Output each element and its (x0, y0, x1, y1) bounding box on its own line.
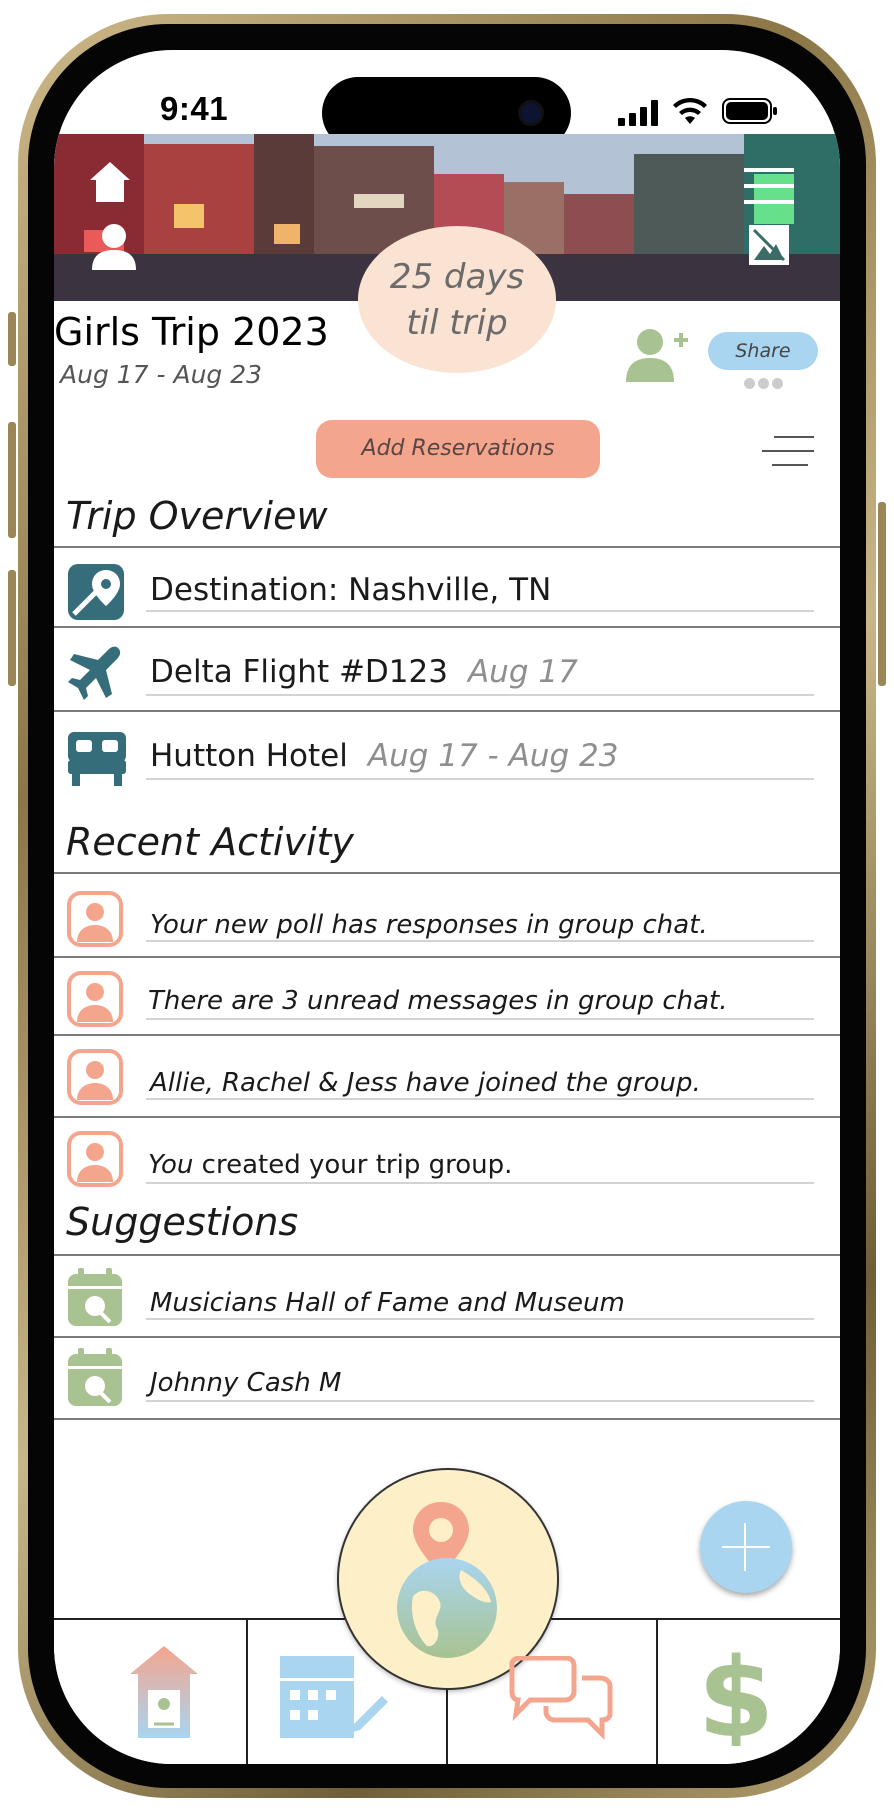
underline (146, 778, 814, 780)
flight-label: Delta Flight #D123 Aug 17 (150, 654, 578, 690)
home-nav-icon[interactable] (88, 160, 132, 204)
divider (54, 1418, 840, 1420)
calendar-edit-icon[interactable] (278, 1654, 390, 1740)
suggestion-item[interactable]: Johnny Cash M (54, 1338, 840, 1418)
underline (146, 1018, 814, 1020)
profile-icon[interactable] (88, 220, 140, 272)
destination-label: Destination: Nashville, TN (150, 572, 552, 608)
activity-item[interactable]: Allie, Rachel & Jess have joined the gro… (54, 1036, 840, 1116)
tab-divider (246, 1620, 248, 1764)
wifi-icon (673, 97, 707, 124)
countdown-days: 25 days (389, 256, 525, 297)
user-avatar-icon (67, 1049, 123, 1105)
camera-icon (521, 103, 541, 123)
status-time: 9:41 (160, 90, 229, 127)
add-reservations-button[interactable]: Add Reservations (316, 420, 600, 478)
chat-icon[interactable] (504, 1656, 616, 1742)
suggestion-item[interactable]: Musicians Hall of Fame and Museum (54, 1256, 840, 1336)
svg-text:$: $ (700, 1646, 772, 1746)
bed-icon (68, 732, 126, 786)
sort-filter-icon[interactable] (762, 434, 814, 468)
map-pin-icon (68, 564, 124, 620)
overview-item-flight[interactable]: Delta Flight #D123 Aug 17 (54, 628, 840, 710)
user-avatar-icon (67, 971, 123, 1027)
activity-text: There are 3 unread messages in group cha… (148, 986, 728, 1016)
add-member-icon[interactable] (624, 328, 690, 382)
edit-image-icon[interactable] (748, 224, 790, 266)
add-fab-button[interactable] (700, 1501, 792, 1593)
app-screen: 9:41 25 days til trip Girls Trip 2023 Au… (54, 50, 840, 1764)
share-button[interactable]: Share (708, 332, 818, 370)
underline (146, 1098, 814, 1100)
activity-item[interactable]: Your new poll has responses in group cha… (54, 874, 840, 956)
user-avatar-icon (67, 891, 123, 947)
countdown-badge: 25 days til trip (358, 226, 556, 373)
overview-item-destination[interactable]: Destination: Nashville, TN (54, 548, 840, 626)
countdown-suffix: til trip (406, 302, 508, 343)
trip-dates: Aug 17 - Aug 23 (60, 360, 263, 389)
globe-pin-icon (397, 1502, 497, 1658)
flight-date: Aug 17 (467, 654, 578, 690)
dollar-icon[interactable]: $ (700, 1646, 772, 1746)
activity-item[interactable]: You created your trip group. (54, 1118, 840, 1198)
suggestion-text: Musicians Hall of Fame and Museum (150, 1288, 625, 1318)
activity-text: You created your trip group. (148, 1150, 513, 1180)
hamburger-menu-icon[interactable] (744, 166, 794, 206)
recent-activity-heading: Recent Activity (66, 820, 354, 864)
trip-title: Girls Trip 2023 (54, 310, 329, 354)
overview-item-hotel[interactable]: Hutton Hotel Aug 17 - Aug 23 (54, 712, 840, 790)
suggestion-text: Johnny Cash M (150, 1368, 342, 1398)
status-bar: 9:41 (54, 50, 840, 149)
underline (146, 1182, 814, 1184)
user-avatar-icon (67, 1131, 123, 1187)
hotel-dates: Aug 17 - Aug 23 (367, 738, 619, 774)
home-icon[interactable] (128, 1644, 200, 1740)
calendar-search-icon (68, 1348, 122, 1406)
suggestions-heading: Suggestions (66, 1200, 299, 1244)
underline (146, 694, 814, 696)
more-options-icon[interactable] (744, 376, 792, 389)
underline (146, 940, 814, 942)
activity-text: Allie, Rachel & Jess have joined the gro… (150, 1068, 701, 1098)
activity-item[interactable]: There are 3 unread messages in group cha… (54, 958, 840, 1034)
power-button (878, 502, 886, 686)
underline (146, 1318, 814, 1320)
volume-down-button (8, 570, 16, 686)
underline (146, 610, 814, 612)
volume-up-button (8, 422, 16, 538)
action-button (8, 312, 16, 366)
underline (146, 1400, 814, 1402)
hotel-label: Hutton Hotel Aug 17 - Aug 23 (150, 738, 619, 774)
tab-divider (656, 1620, 658, 1764)
battery-icon (722, 98, 777, 124)
calendar-search-icon (68, 1268, 122, 1326)
cellular-signal-icon (618, 100, 658, 126)
activity-text: Your new poll has responses in group cha… (150, 910, 708, 940)
airplane-icon (68, 646, 121, 700)
trip-overview-heading: Trip Overview (66, 494, 328, 538)
